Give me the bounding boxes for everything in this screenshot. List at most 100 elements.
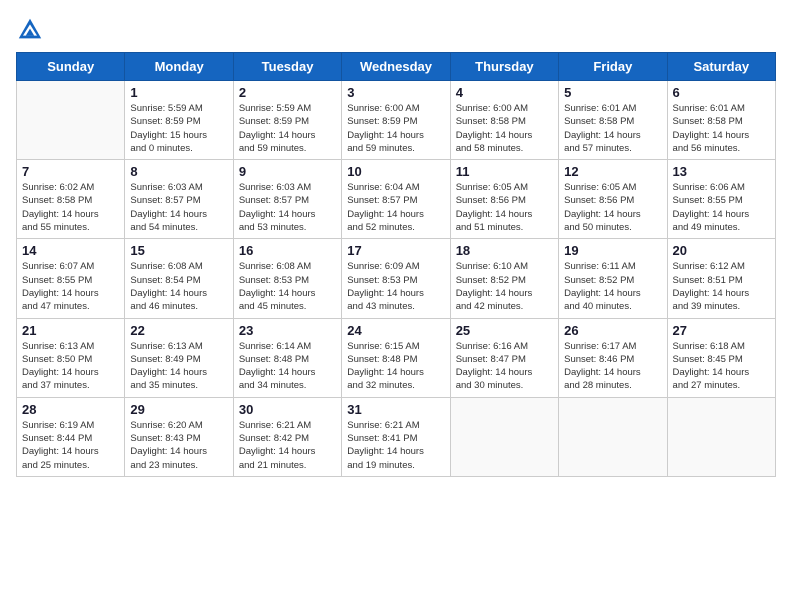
calendar-table: SundayMondayTuesdayWednesdayThursdayFrid… <box>16 52 776 477</box>
calendar-cell: 22Sunrise: 6:13 AMSunset: 8:49 PMDayligh… <box>125 318 233 397</box>
day-number: 27 <box>673 323 770 338</box>
logo <box>16 16 48 44</box>
day-info: Sunrise: 5:59 AMSunset: 8:59 PMDaylight:… <box>239 102 336 155</box>
page-header <box>16 16 776 44</box>
day-number: 7 <box>22 164 119 179</box>
calendar-cell: 27Sunrise: 6:18 AMSunset: 8:45 PMDayligh… <box>667 318 775 397</box>
day-info: Sunrise: 6:17 AMSunset: 8:46 PMDaylight:… <box>564 340 661 393</box>
day-number: 2 <box>239 85 336 100</box>
day-number: 9 <box>239 164 336 179</box>
day-info: Sunrise: 6:16 AMSunset: 8:47 PMDaylight:… <box>456 340 553 393</box>
calendar-cell: 9 Sunrise: 6:03 AMSunset: 8:57 PMDaylight… <box>233 160 341 239</box>
calendar-week-row: 21Sunrise: 6:13 AMSunset: 8:50 PMDayligh… <box>17 318 776 397</box>
day-number: 8 <box>130 164 227 179</box>
day-number: 17 <box>347 243 444 258</box>
calendar-cell <box>450 397 558 476</box>
calendar-week-row: 28Sunrise: 6:19 AMSunset: 8:44 PMDayligh… <box>17 397 776 476</box>
calendar-cell: 1 Sunrise: 5:59 AMSunset: 8:59 PMDaylight… <box>125 81 233 160</box>
calendar-cell: 3 Sunrise: 6:00 AMSunset: 8:59 PMDaylight… <box>342 81 450 160</box>
day-number: 1 <box>130 85 227 100</box>
day-number: 18 <box>456 243 553 258</box>
day-number: 16 <box>239 243 336 258</box>
day-info: Sunrise: 6:03 AMSunset: 8:57 PMDaylight:… <box>239 181 336 234</box>
day-header-thursday: Thursday <box>450 53 558 81</box>
day-info: Sunrise: 6:01 AMSunset: 8:58 PMDaylight:… <box>564 102 661 155</box>
day-info: Sunrise: 6:21 AMSunset: 8:41 PMDaylight:… <box>347 419 444 472</box>
day-info: Sunrise: 6:09 AMSunset: 8:53 PMDaylight:… <box>347 260 444 313</box>
calendar-cell: 17 Sunrise: 6:09 AMSunset: 8:53 PMDayligh… <box>342 239 450 318</box>
day-number: 14 <box>22 243 119 258</box>
day-info: Sunrise: 6:07 AMSunset: 8:55 PMDaylight:… <box>22 260 119 313</box>
calendar-cell: 19 Sunrise: 6:11 AMSunset: 8:52 PMDayligh… <box>559 239 667 318</box>
day-info: Sunrise: 6:00 AMSunset: 8:58 PMDaylight:… <box>456 102 553 155</box>
day-number: 26 <box>564 323 661 338</box>
day-number: 11 <box>456 164 553 179</box>
calendar-cell: 13Sunrise: 6:06 AMSunset: 8:55 PMDayligh… <box>667 160 775 239</box>
calendar-cell: 5 Sunrise: 6:01 AMSunset: 8:58 PMDaylight… <box>559 81 667 160</box>
day-number: 13 <box>673 164 770 179</box>
calendar-cell: 23 Sunrise: 6:14 AMSunset: 8:48 PMDayligh… <box>233 318 341 397</box>
logo-icon <box>16 16 44 44</box>
day-info: Sunrise: 6:04 AMSunset: 8:57 PMDaylight:… <box>347 181 444 234</box>
day-number: 12 <box>564 164 661 179</box>
calendar-cell <box>667 397 775 476</box>
day-info: Sunrise: 6:11 AMSunset: 8:52 PMDaylight:… <box>564 260 661 313</box>
calendar-cell: 16 Sunrise: 6:08 AMSunset: 8:53 PMDayligh… <box>233 239 341 318</box>
day-number: 15 <box>130 243 227 258</box>
calendar-cell: 2 Sunrise: 5:59 AMSunset: 8:59 PMDaylight… <box>233 81 341 160</box>
day-info: Sunrise: 6:21 AMSunset: 8:42 PMDaylight:… <box>239 419 336 472</box>
day-info: Sunrise: 6:10 AMSunset: 8:52 PMDaylight:… <box>456 260 553 313</box>
calendar-cell: 28Sunrise: 6:19 AMSunset: 8:44 PMDayligh… <box>17 397 125 476</box>
day-info: Sunrise: 6:08 AMSunset: 8:54 PMDaylight:… <box>130 260 227 313</box>
calendar-week-row: 7 Sunrise: 6:02 AMSunset: 8:58 PMDaylight… <box>17 160 776 239</box>
day-number: 3 <box>347 85 444 100</box>
day-number: 29 <box>130 402 227 417</box>
day-number: 25 <box>456 323 553 338</box>
day-header-friday: Friday <box>559 53 667 81</box>
day-info: Sunrise: 6:20 AMSunset: 8:43 PMDaylight:… <box>130 419 227 472</box>
day-number: 31 <box>347 402 444 417</box>
day-header-sunday: Sunday <box>17 53 125 81</box>
day-number: 19 <box>564 243 661 258</box>
day-number: 5 <box>564 85 661 100</box>
day-info: Sunrise: 6:01 AMSunset: 8:58 PMDaylight:… <box>673 102 770 155</box>
day-number: 22 <box>130 323 227 338</box>
calendar-cell: 15 Sunrise: 6:08 AMSunset: 8:54 PMDayligh… <box>125 239 233 318</box>
calendar-week-row: 14 Sunrise: 6:07 AMSunset: 8:55 PMDayligh… <box>17 239 776 318</box>
day-info: Sunrise: 6:19 AMSunset: 8:44 PMDaylight:… <box>22 419 119 472</box>
day-info: Sunrise: 6:15 AMSunset: 8:48 PMDaylight:… <box>347 340 444 393</box>
day-number: 6 <box>673 85 770 100</box>
calendar-week-row: 1 Sunrise: 5:59 AMSunset: 8:59 PMDaylight… <box>17 81 776 160</box>
day-number: 10 <box>347 164 444 179</box>
calendar-cell <box>17 81 125 160</box>
day-info: Sunrise: 6:05 AMSunset: 8:56 PMDaylight:… <box>456 181 553 234</box>
calendar-cell: 26 Sunrise: 6:17 AMSunset: 8:46 PMDayligh… <box>559 318 667 397</box>
calendar-cell: 8Sunrise: 6:03 AMSunset: 8:57 PMDaylight… <box>125 160 233 239</box>
day-info: Sunrise: 6:13 AMSunset: 8:50 PMDaylight:… <box>22 340 119 393</box>
day-info: Sunrise: 5:59 AMSunset: 8:59 PMDaylight:… <box>130 102 227 155</box>
day-header-monday: Monday <box>125 53 233 81</box>
calendar-cell <box>559 397 667 476</box>
calendar-cell: 14 Sunrise: 6:07 AMSunset: 8:55 PMDayligh… <box>17 239 125 318</box>
day-number: 23 <box>239 323 336 338</box>
day-number: 20 <box>673 243 770 258</box>
calendar-cell: 24 Sunrise: 6:15 AMSunset: 8:48 PMDayligh… <box>342 318 450 397</box>
day-info: Sunrise: 6:05 AMSunset: 8:56 PMDaylight:… <box>564 181 661 234</box>
calendar-header-row: SundayMondayTuesdayWednesdayThursdayFrid… <box>17 53 776 81</box>
calendar-cell: 29 Sunrise: 6:20 AMSunset: 8:43 PMDayligh… <box>125 397 233 476</box>
calendar-cell: 12 Sunrise: 6:05 AMSunset: 8:56 PMDayligh… <box>559 160 667 239</box>
day-info: Sunrise: 6:02 AMSunset: 8:58 PMDaylight:… <box>22 181 119 234</box>
calendar-cell: 7 Sunrise: 6:02 AMSunset: 8:58 PMDaylight… <box>17 160 125 239</box>
day-number: 30 <box>239 402 336 417</box>
calendar-cell: 20Sunrise: 6:12 AMSunset: 8:51 PMDayligh… <box>667 239 775 318</box>
day-info: Sunrise: 6:14 AMSunset: 8:48 PMDaylight:… <box>239 340 336 393</box>
calendar-cell: 25 Sunrise: 6:16 AMSunset: 8:47 PMDayligh… <box>450 318 558 397</box>
day-info: Sunrise: 6:08 AMSunset: 8:53 PMDaylight:… <box>239 260 336 313</box>
day-number: 4 <box>456 85 553 100</box>
day-info: Sunrise: 6:00 AMSunset: 8:59 PMDaylight:… <box>347 102 444 155</box>
day-number: 24 <box>347 323 444 338</box>
calendar-cell: 18 Sunrise: 6:10 AMSunset: 8:52 PMDayligh… <box>450 239 558 318</box>
day-header-tuesday: Tuesday <box>233 53 341 81</box>
calendar-cell: 21Sunrise: 6:13 AMSunset: 8:50 PMDayligh… <box>17 318 125 397</box>
day-header-wednesday: Wednesday <box>342 53 450 81</box>
